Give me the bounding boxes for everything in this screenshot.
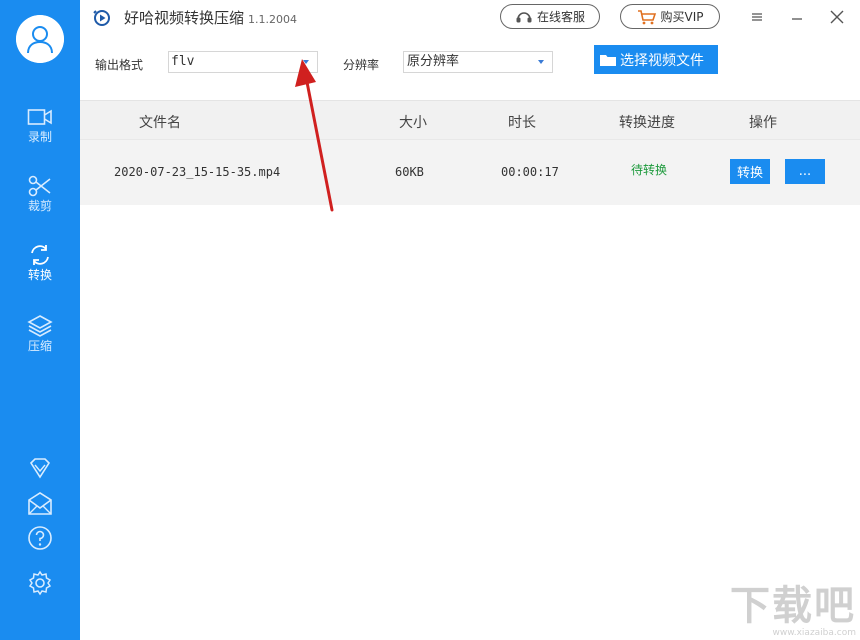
app-logo-icon <box>93 10 110 26</box>
sidebar-item-trim[interactable]: 裁剪 <box>0 174 80 230</box>
settings-icon <box>28 570 52 596</box>
minimize-icon[interactable] <box>788 8 806 26</box>
table-row[interactable]: 2020-07-23_15-15-35.mp4 60KB 00:00:17 待转… <box>80 139 860 205</box>
toolbar: 输出格式 flv 分辨率 原分辨率 选择视频文件 <box>80 36 860 100</box>
diamond-icon <box>29 458 51 479</box>
watermark-logo: 下载吧 www.xiazaiba.com <box>730 584 856 638</box>
output-format-value: flv <box>171 54 195 69</box>
sidebar-item-label: 录制 <box>27 130 52 144</box>
app-window: 录制 裁剪 转换 压缩 好哈视频转换压缩 1.1.2004 在线客服 购买VIP… <box>0 0 860 640</box>
sidebar-item-label: 裁剪 <box>27 199 52 213</box>
column-actions: 操作 <box>749 115 777 131</box>
headset-icon <box>516 11 532 22</box>
chevron-down-icon <box>538 60 544 64</box>
convert-button-label: 转换 <box>736 166 763 181</box>
sidebar-item-convert[interactable]: 转换 <box>0 243 80 299</box>
cell-filename: 2020-07-23_15-15-35.mp4 <box>114 165 281 179</box>
title-bar: 好哈视频转换压缩 1.1.2004 在线客服 购买VIP <box>80 0 860 36</box>
column-progress: 转换进度 <box>619 115 675 131</box>
sidebar-item-record[interactable]: 录制 <box>0 107 80 163</box>
online-support-label: 在线客服 <box>536 10 585 24</box>
cell-size: 60KB <box>395 165 424 179</box>
buy-vip-label: 购买VIP <box>660 10 704 24</box>
messages-button[interactable] <box>27 490 53 516</box>
watermark-text: 下载吧 <box>730 583 856 629</box>
online-support-button[interactable]: 在线客服 <box>500 4 600 29</box>
file-table: 文件名 大小 时长 转换进度 操作 2020-07-23_15-15-35.mp… <box>80 100 860 205</box>
resolution-value: 原分辨率 <box>407 54 460 69</box>
menu-icon[interactable] <box>748 8 766 26</box>
cell-duration: 00:00:17 <box>501 165 559 179</box>
output-format-label: 输出格式 <box>95 58 144 72</box>
mail-icon <box>28 492 52 515</box>
sidebar: 录制 裁剪 转换 压缩 <box>0 0 80 640</box>
settings-button[interactable] <box>27 570 53 596</box>
choose-video-file-button[interactable]: 选择视频文件 <box>594 45 718 74</box>
avatar[interactable] <box>16 15 64 63</box>
vip-diamond-button[interactable] <box>27 455 53 481</box>
annotation-arrow-icon <box>295 59 334 212</box>
buy-vip-button[interactable]: 购买VIP <box>620 4 720 29</box>
app-version: 1.1.2004 <box>248 13 297 26</box>
table-header: 文件名 大小 时长 转换进度 操作 <box>80 100 860 139</box>
more-options-label: ... <box>798 164 812 179</box>
layers-icon <box>27 315 53 337</box>
sidebar-item-compress[interactable]: 压缩 <box>0 314 80 370</box>
scissors-icon <box>28 175 51 197</box>
choose-video-file-label: 选择视频文件 <box>620 52 704 69</box>
folder-icon <box>600 54 616 66</box>
shopping-cart-icon <box>637 9 656 24</box>
column-filename: 文件名 <box>139 115 181 131</box>
resolution-select[interactable]: 原分辨率 <box>403 51 553 73</box>
help-button[interactable] <box>27 525 53 551</box>
more-options-button[interactable]: ... <box>785 159 825 184</box>
status-badge: 待转换 <box>631 163 668 177</box>
convert-button[interactable]: 转换 <box>730 159 770 184</box>
app-title-text: 好哈视频转换压缩 <box>124 9 245 27</box>
column-duration: 时长 <box>508 115 536 131</box>
column-size: 大小 <box>399 115 427 131</box>
user-avatar-icon <box>16 15 64 63</box>
help-icon <box>28 526 52 550</box>
close-icon[interactable] <box>828 8 846 26</box>
sidebar-item-label: 转换 <box>27 268 52 282</box>
video-camera-icon <box>27 109 52 125</box>
convert-cycle-icon <box>31 245 49 265</box>
watermark-url: www.xiazaiba.com <box>772 628 856 638</box>
app-title: 好哈视频转换压缩 1.1.2004 <box>124 7 297 28</box>
sidebar-item-label: 压缩 <box>27 339 52 353</box>
